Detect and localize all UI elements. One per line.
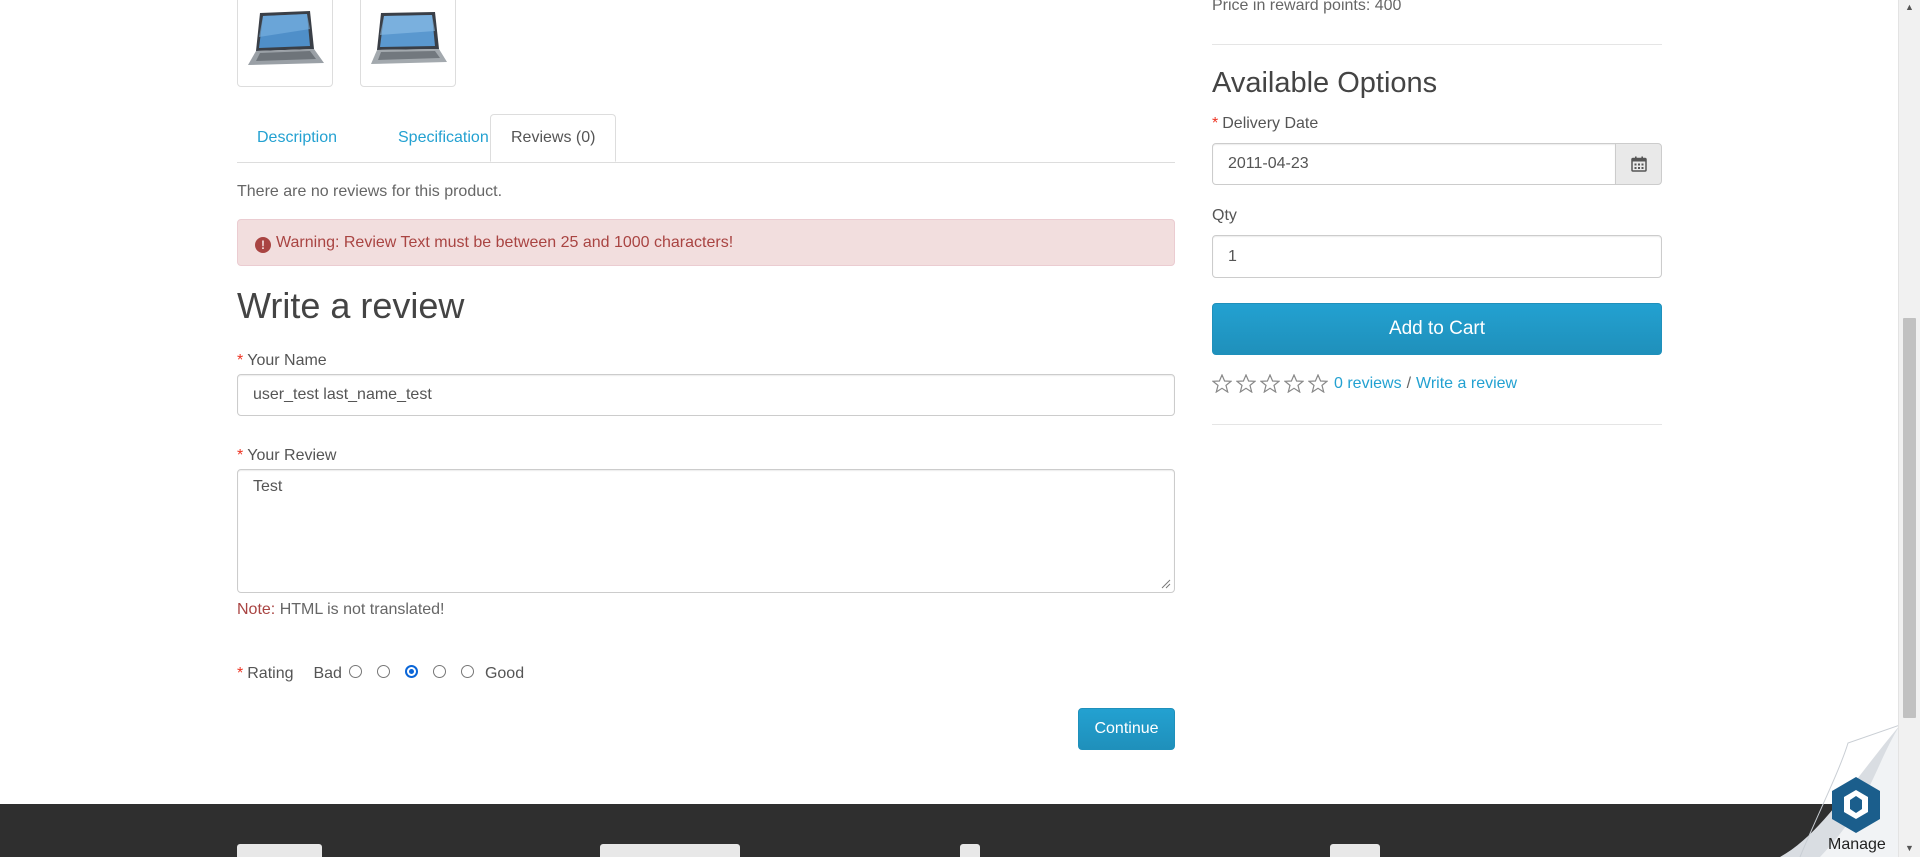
star-empty-icon	[1260, 374, 1280, 393]
product-thumbnail[interactable]	[237, 0, 333, 87]
star-empty-icon	[1236, 374, 1256, 393]
rating-bad-label: Bad	[313, 665, 342, 682]
write-review-link[interactable]: Write a review	[1416, 375, 1517, 393]
review-textarea[interactable]: Test	[237, 469, 1175, 593]
footer-heading-fragment	[1330, 844, 1380, 857]
resize-grip-icon[interactable]	[1161, 579, 1171, 589]
footer-heading-fragment	[237, 844, 322, 857]
name-field-label: * Your Name	[237, 352, 327, 369]
manage-logo-icon[interactable]	[1828, 775, 1884, 835]
rating-radio-3[interactable]	[404, 664, 418, 678]
star-empty-icon	[1284, 374, 1304, 393]
delivery-date-label: * Delivery Date	[1212, 115, 1319, 132]
scroll-down-icon[interactable]: ▼	[1905, 843, 1914, 853]
reward-points-text: Price in reward points: 400	[1212, 0, 1402, 14]
write-review-heading: Write a review	[237, 285, 465, 326]
rating-radio-1[interactable]	[348, 664, 362, 678]
scrollbar-thumb[interactable]	[1903, 318, 1916, 718]
tab-description[interactable]: Description	[237, 114, 357, 162]
footer-heading-fragment	[600, 844, 740, 857]
divider	[1212, 424, 1662, 425]
calendar-icon	[1630, 156, 1647, 172]
available-options-heading: Available Options	[1212, 67, 1438, 99]
warning-alert: ! Warning: Review Text must be between 25…	[237, 219, 1175, 266]
qty-input[interactable]: 1	[1212, 235, 1662, 278]
rating-good-label: Good	[484, 665, 525, 682]
continue-button[interactable]: Continue	[1078, 708, 1175, 750]
divider	[1212, 44, 1662, 45]
add-to-cart-button[interactable]: Add to Cart	[1212, 303, 1662, 355]
rating-radio-4[interactable]	[432, 664, 446, 678]
html-note: Note: HTML is not translated!	[237, 601, 445, 618]
star-empty-icon	[1308, 374, 1328, 393]
laptop-image	[248, 11, 324, 65]
rating-stars: 0 reviews / Write a review	[1212, 374, 1517, 393]
no-reviews-text: There are no reviews for this product.	[237, 183, 503, 200]
manage-label[interactable]: Manage	[1828, 836, 1886, 854]
required-marker: *	[237, 665, 244, 682]
footer-heading-fragment	[960, 844, 980, 857]
delivery-date-input[interactable]: 2011-04-23	[1212, 143, 1616, 185]
reviews-count-link[interactable]: 0 reviews	[1334, 375, 1402, 393]
scroll-up-icon[interactable]: ▲	[1905, 2, 1914, 12]
exclamation-circle-icon: !	[255, 237, 271, 253]
calendar-button[interactable]	[1615, 143, 1662, 185]
rating-radio-5[interactable]	[460, 664, 474, 678]
required-marker: *	[237, 352, 244, 369]
warning-text: Warning: Review Text must be between 25 …	[276, 234, 734, 251]
review-text: Test	[253, 478, 283, 495]
vertical-scrollbar[interactable]: ▲ ▼	[1898, 0, 1920, 857]
separator: /	[1406, 374, 1412, 392]
tab-reviews[interactable]: Reviews (0)	[490, 114, 617, 162]
required-marker: *	[1212, 115, 1219, 132]
review-field-label: * Your Review	[237, 447, 337, 464]
product-thumbnail[interactable]	[360, 0, 456, 87]
rating-group: * Rating Bad Good	[237, 664, 525, 683]
product-tabs: Description Specification Reviews (0)	[237, 114, 1175, 163]
star-empty-icon	[1212, 374, 1232, 393]
name-input[interactable]: user_test last_name_test	[237, 374, 1175, 416]
laptop-image	[371, 12, 447, 64]
qty-label: Qty	[1212, 207, 1237, 224]
rating-label: Rating	[247, 665, 294, 682]
required-marker: *	[237, 447, 244, 464]
rating-radio-2[interactable]	[376, 664, 390, 678]
